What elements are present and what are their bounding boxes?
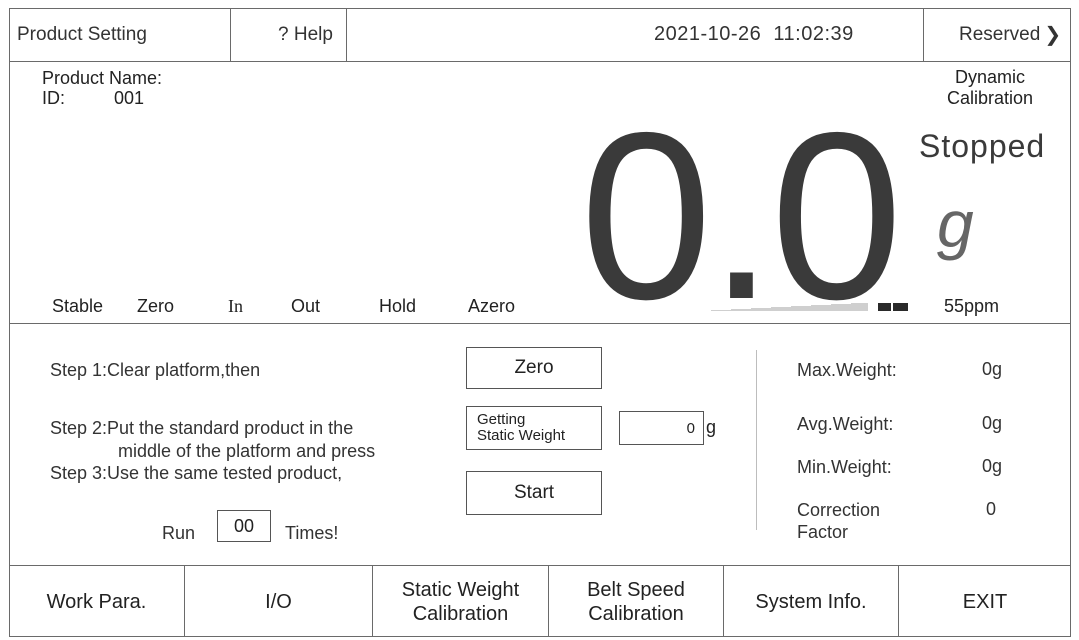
start-button[interactable]: Start <box>466 471 602 515</box>
weight-unit: g <box>937 187 974 261</box>
product-id-value: 001 <box>114 88 145 108</box>
static-calib-line2: Calibration <box>412 602 509 625</box>
speed-readout: 55ppm <box>944 296 1000 316</box>
io-button[interactable]: I/O <box>185 566 372 637</box>
min-weight-value: 0g <box>982 456 1003 476</box>
run-label: Run <box>162 523 196 543</box>
zero-button[interactable]: Zero <box>466 347 602 389</box>
getting-static-weight-button[interactable]: Getting Static Weight <box>466 406 602 450</box>
header-separator <box>923 8 924 61</box>
product-id-label: ID: <box>42 88 66 108</box>
signal-segment <box>771 307 791 311</box>
flag-stable: Stable <box>52 296 104 316</box>
step-2-text: Step 2:Put the standard product in the <box>50 418 354 438</box>
header-bar: Product Setting ? Help 2021-10-26 11:02:… <box>9 8 1071 62</box>
work-para-label: Work Para. <box>46 590 147 613</box>
header-separator <box>346 8 347 61</box>
reserved-button[interactable]: Reserved ❯ <box>959 8 1071 61</box>
belt-speed-calibration-button[interactable]: Belt Speed Calibration <box>549 566 723 637</box>
product-info: Product Name: ID: 001 <box>42 68 162 108</box>
belt-calib-line2: Calibration <box>588 602 684 625</box>
exit-button[interactable]: EXIT <box>899 566 1071 637</box>
zero-button-label: Zero <box>514 357 554 378</box>
static-weight-field[interactable]: 0 <box>619 411 704 445</box>
help-button[interactable]: ? Help <box>278 8 398 61</box>
static-weight-unit: g <box>706 417 717 437</box>
min-weight-label: Min.Weight: <box>797 457 892 477</box>
correction-factor-label: Correction Factor <box>797 499 880 543</box>
run-count-input[interactable]: 00 <box>217 510 271 542</box>
max-weight-label: Max.Weight: <box>797 360 897 380</box>
step-3-text: Step 3:Use the same tested product, <box>50 463 343 483</box>
correction-line1: Correction <box>797 500 881 520</box>
max-weight-value: 0g <box>982 359 1003 379</box>
avg-weight-value: 0g <box>982 413 1003 433</box>
signal-segment <box>751 308 771 311</box>
times-label: Times! <box>285 523 339 543</box>
system-info-button[interactable]: System Info. <box>724 566 898 637</box>
run-state: Stopped <box>919 128 1046 164</box>
static-weight-calibration-button[interactable]: Static Weight Calibration <box>373 566 548 637</box>
getting-line2: Static Weight <box>477 427 566 444</box>
flag-azero: Azero <box>468 296 516 316</box>
flag-hold: Hold <box>379 296 417 316</box>
getting-line1: Getting <box>477 411 526 428</box>
product-name-label: Product Name: <box>42 68 163 88</box>
work-para-button[interactable]: Work Para. <box>9 566 184 637</box>
step-2-text-cont: middle of the platform and press <box>118 441 376 461</box>
signal-segment <box>811 305 831 311</box>
flag-out: Out <box>291 296 321 316</box>
signal-level-bar <box>711 303 908 311</box>
signal-segment <box>831 304 851 311</box>
avg-weight-label: Avg.Weight: <box>797 414 894 434</box>
header-separator <box>230 8 231 61</box>
signal-segment <box>711 310 731 311</box>
chevron-right-icon: ❯ <box>1044 24 1062 46</box>
flag-in: In <box>228 296 243 316</box>
signal-segment <box>791 306 811 311</box>
static-calib-line1: Static Weight <box>401 578 520 601</box>
product-setting-label: Product Setting <box>17 23 147 45</box>
mode-indicator: Dynamic Calibration <box>915 67 1065 109</box>
datetime-display: 2021-10-26 11:02:39 <box>654 8 914 61</box>
io-label: I/O <box>265 590 292 613</box>
help-label: ? Help <box>278 23 333 45</box>
system-info-label: System Info. <box>755 590 867 613</box>
exit-label: EXIT <box>962 590 1008 613</box>
signal-segment-active <box>893 303 908 311</box>
product-setting-tab[interactable]: Product Setting <box>17 8 217 61</box>
section-divider <box>9 323 1071 324</box>
signal-segment <box>731 309 751 311</box>
correction-factor-value: 0 <box>986 499 997 519</box>
reserved-label: Reserved <box>959 23 1041 45</box>
belt-calib-line1: Belt Speed <box>587 578 685 601</box>
flag-zero: Zero <box>137 296 175 316</box>
signal-segment-active <box>878 303 891 311</box>
mode-line1: Dynamic <box>954 67 1025 87</box>
step-1-text: Step 1:Clear platform,then <box>50 360 261 380</box>
mode-line2: Calibration <box>946 88 1034 108</box>
stats-separator <box>756 350 757 530</box>
start-button-label: Start <box>513 482 555 503</box>
signal-segment <box>851 303 868 311</box>
datetime-text: 2021-10-26 11:02:39 <box>654 23 854 45</box>
correction-line2: Factor <box>797 522 849 542</box>
